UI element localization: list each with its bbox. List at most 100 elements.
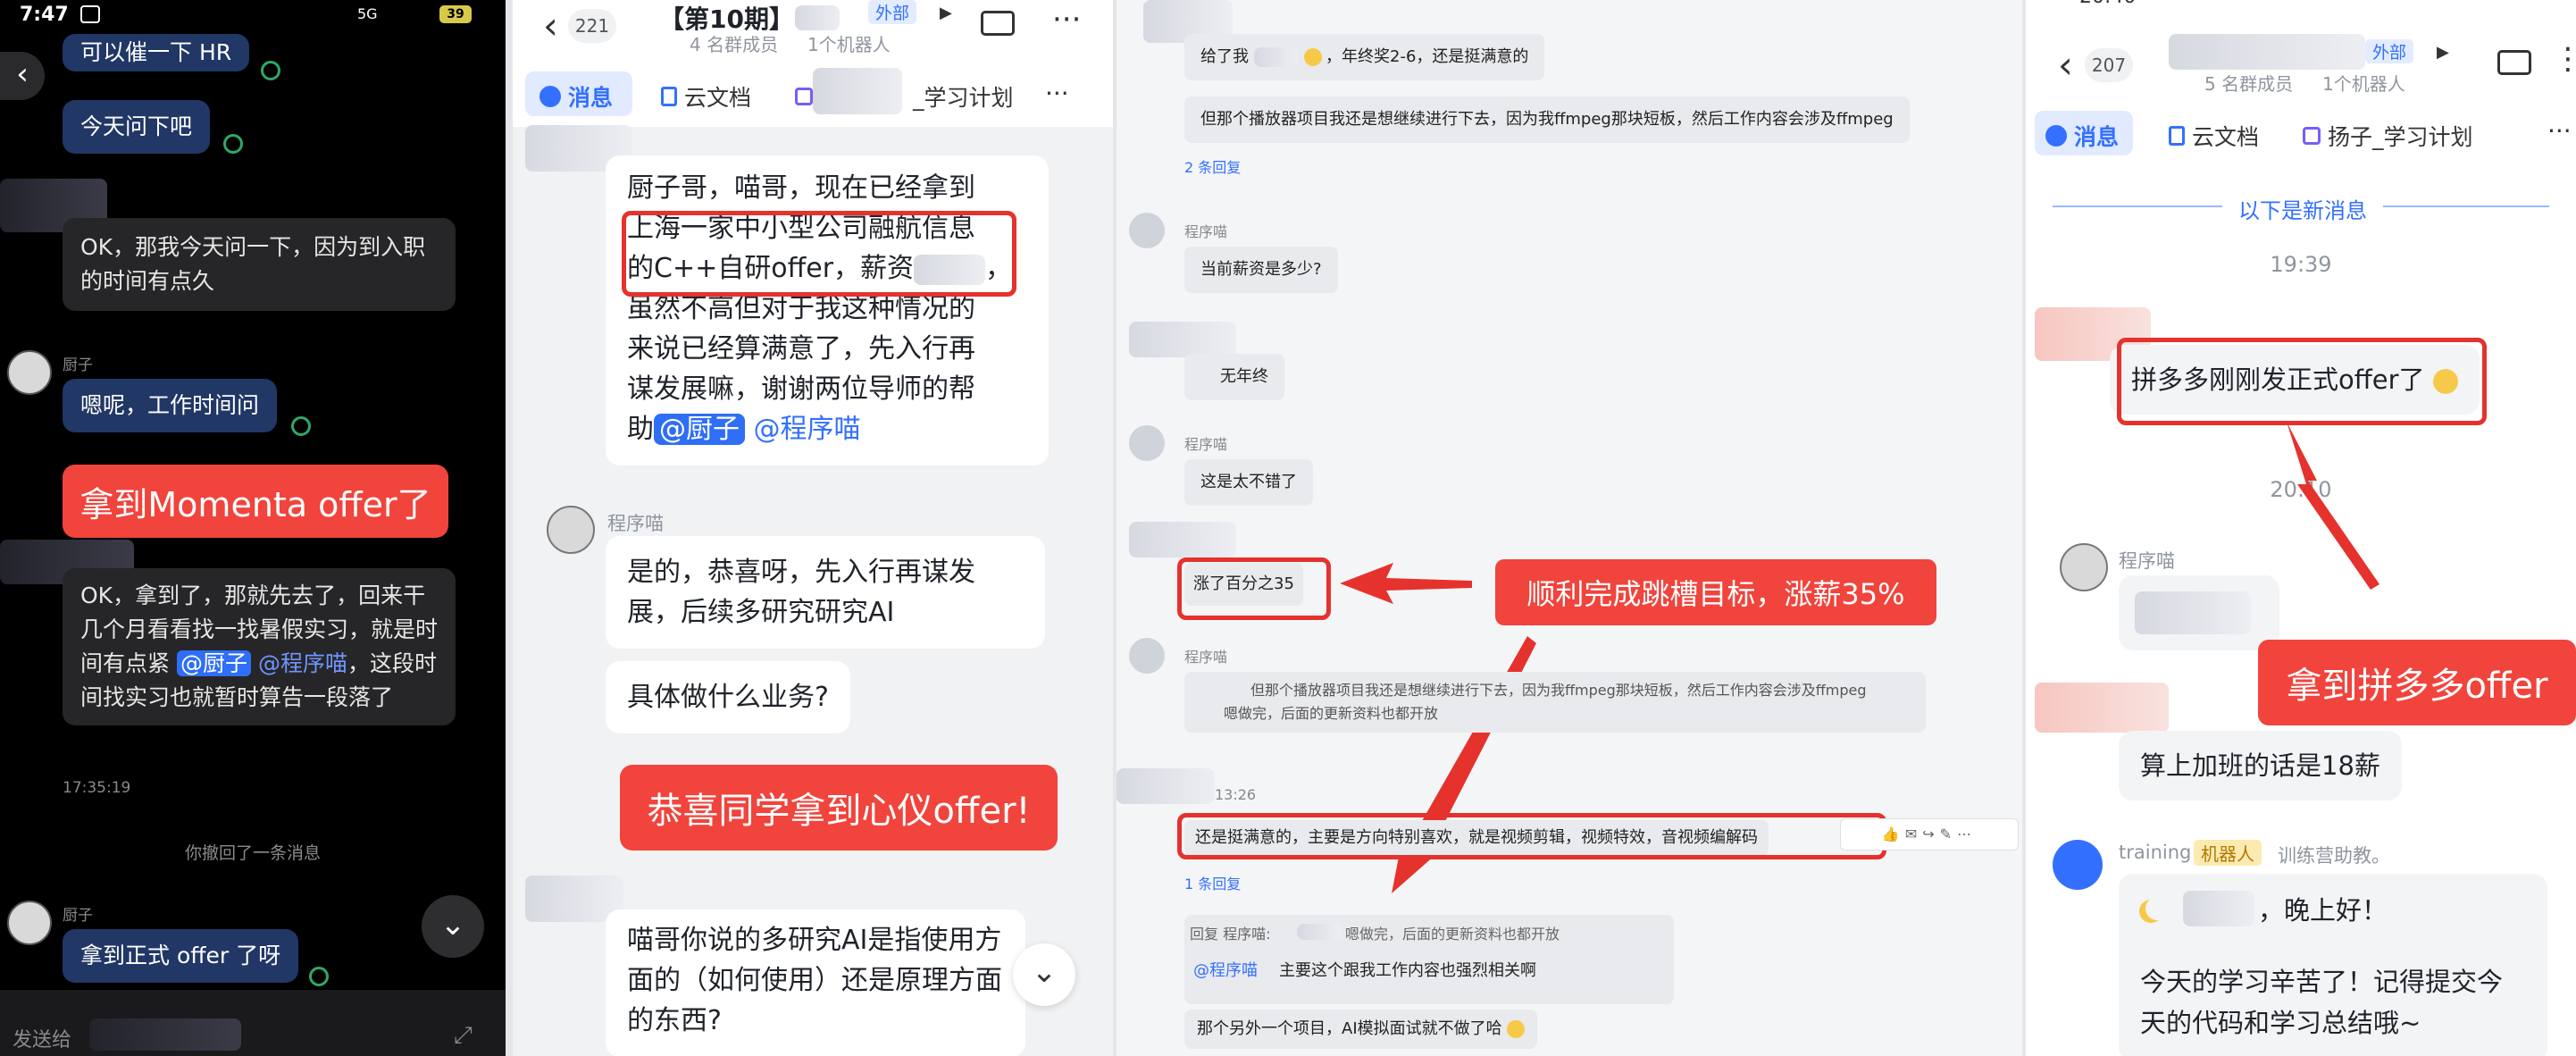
highlight-banner: 顺利完成跳槽目标，涨薪35% [1495, 559, 1936, 625]
highlight-box [1177, 813, 1886, 859]
member-count: 5 名群成员 [2204, 73, 2294, 95]
blurred-recipient [89, 1018, 241, 1051]
mention-link[interactable]: @程序喵 [1193, 958, 1258, 981]
avatar[interactable] [7, 350, 52, 395]
message-bubble-long: OK，拿到了，那就先去了，回来干几个月看看找一找暑假实习，就是时间有点紧 @厨子… [63, 568, 456, 725]
bot-greeting: ，晚上好！ [2138, 890, 2388, 927]
recall-notice: 你撤回了一条消息 [184, 843, 321, 863]
tab-docs[interactable]: 云文档 [2169, 120, 2259, 152]
doc-icon [2169, 126, 2185, 146]
chat-icon [539, 86, 561, 107]
message-bubble-offer: 厨子哥，喵哥，现在已经拿到 上海一家中小型公司融航信息 的C++自研offer，… [606, 155, 1049, 465]
bot-avatar-icon[interactable] [2053, 840, 2103, 890]
message-time: 13:26 [1215, 786, 1257, 803]
group-chat-panel-10: ‹ 221 【第10期】 外部 ▶ 4 名群成员 1个机器人 ··· 消息 云文… [513, 0, 1113, 1056]
sender-name: 厨子 [63, 907, 93, 925]
expand-arrow-icon[interactable]: ▶ [2437, 43, 2449, 62]
sender-name: 程序喵 [2119, 550, 2175, 572]
bot-message-text: 今天的学习辛苦了！记得提交今天的代码和学习总结哦~ [2140, 967, 2504, 1038]
highlight-box [622, 211, 1016, 297]
more-tabs-icon[interactable]: ··· [2547, 116, 2572, 146]
message-bubble: 可以催一下 HR [63, 34, 250, 71]
external-badge: 外部 [868, 0, 917, 24]
dark-chat-panel: 7:47 5G 39 ‹ 可以催一下 HR 今天问下吧 OK，那我今天问一下，因… [0, 0, 506, 1056]
back-arrow-icon[interactable]: ‹ [0, 52, 45, 100]
read-check-icon [261, 61, 280, 80]
message-text: ，年终奖2-6，还是挺满意的 [1326, 47, 1529, 66]
avatar[interactable] [2060, 543, 2108, 591]
reply-count-link[interactable]: 2 条回复 [1184, 155, 1241, 177]
more-icon[interactable]: ··· [1052, 2, 1081, 38]
blurred-title [795, 5, 840, 30]
robot-count: 1个机器人 [807, 34, 891, 55]
new-messages-label: 以下是新消息 [2222, 193, 2383, 224]
highlight-box [1177, 557, 1331, 620]
scroll-down-icon[interactable]: ⌄ [1013, 943, 1075, 1006]
blurred-avatar [1129, 522, 1236, 557]
tab-study-plan[interactable]: _学习计划 [795, 80, 1014, 113]
mention-link[interactable]: @程序喵 [258, 650, 347, 676]
blurred-text [1254, 47, 1299, 67]
group-chat-panel-pdd: 20:40 ‹ 207 外部 ▶ 5 名群成员 1个机器人 ⋮ 消息 云文档 扬… [2026, 0, 2576, 1056]
sender-name: 厨子 [63, 356, 93, 374]
back-icon[interactable]: ‹ [543, 4, 558, 47]
unread-count: 221 [568, 9, 616, 43]
bot-name: training [2119, 842, 2192, 863]
message-line: 厨子哥，喵哥，现在已经拿到 [627, 172, 975, 204]
member-count: 4 名群成员 [690, 34, 779, 55]
avatar[interactable] [547, 506, 595, 554]
plan-icon [2303, 127, 2321, 145]
message-action-toolbar[interactable]: 👍✉↪✎⋯ [1840, 818, 2019, 851]
panel-divider [506, 0, 513, 1056]
more-tabs-icon[interactable]: ··· [1045, 79, 1069, 108]
plan-icon [795, 88, 813, 105]
message-line: 谋发展嘛，谢谢两位导师的帮 [627, 373, 975, 405]
expand-icon[interactable]: ⤢ [454, 1022, 473, 1050]
message-input[interactable]: 发送给 [13, 1024, 71, 1052]
emoji-icon [1304, 48, 1322, 66]
doc-icon [661, 87, 677, 106]
arrow-left-icon [1340, 563, 1472, 604]
back-icon[interactable]: ‹ [2058, 43, 2073, 87]
message-bubble: 算上加班的话是18薪 [2119, 731, 2402, 800]
blurred-text [1297, 924, 1342, 940]
message-bubble: 但那个播放器项目我还是想继续进行下去，因为我ffmpeg那块短板，然后工作内容会… [1184, 96, 1910, 143]
message-text: 助 [627, 414, 654, 445]
bot-description: 训练营助教。 [2278, 845, 2390, 867]
reply-count-link[interactable]: 1 条回复 [1184, 872, 1241, 893]
tab-label: 云文档 [2192, 124, 2260, 150]
highlight-banner: 拿到Momenta offer了 [63, 465, 448, 538]
scroll-down-icon[interactable]: ⌄ [422, 895, 484, 958]
unread-count: 207 [2085, 48, 2133, 82]
message-bubble: 拿到正式 offer 了呀 [63, 929, 299, 983]
video-call-icon[interactable] [981, 11, 1015, 36]
blurred-text [2135, 591, 2251, 634]
mention-tag[interactable]: @厨子 [176, 650, 251, 676]
blurred-avatar [1129, 322, 1236, 357]
tab-label: 消息 [568, 85, 614, 111]
sender-name: 程序喵 [607, 513, 664, 534]
read-check-icon [309, 967, 329, 986]
video-call-icon[interactable] [2497, 50, 2531, 75]
tab-messages-label: 消息 [539, 80, 613, 113]
avatar[interactable] [1129, 425, 1165, 461]
tab-study-plan[interactable]: 扬子_学习计划 [2303, 120, 2473, 152]
input-bar [0, 990, 506, 1056]
expand-arrow-icon[interactable]: ▶ [940, 4, 952, 22]
avatar[interactable] [7, 901, 52, 945]
message-bubble: 无年终 [1184, 354, 1284, 400]
mention-link[interactable]: @程序喵 [754, 414, 861, 445]
reply-text: 主要这个跟我工作内容也强烈相关啊 [1279, 961, 1536, 980]
highlight-box [2117, 338, 2487, 425]
highlight-banner: 恭喜同学拿到心仪offer! [620, 765, 1058, 851]
tab-messages-label: 消息 [2045, 120, 2119, 152]
reply-quote: 嗯做完，后面的更新资料也都开放 [1345, 926, 1560, 943]
quote-block: 但那个播放器项目我还是想继续进行下去，因为我ffmpeg那块短板，然后工作内容会… [1184, 672, 1926, 733]
avatar[interactable] [1129, 638, 1165, 674]
tab-docs[interactable]: 云文档 [661, 80, 751, 113]
message-line: 来说已经算满意了，先入行再 [627, 333, 975, 365]
mention-tag[interactable]: @厨子 [654, 414, 745, 445]
more-icon[interactable]: ⋮ [2553, 41, 2576, 77]
annotation-arrow [2287, 422, 2379, 590]
avatar[interactable] [1129, 213, 1165, 248]
